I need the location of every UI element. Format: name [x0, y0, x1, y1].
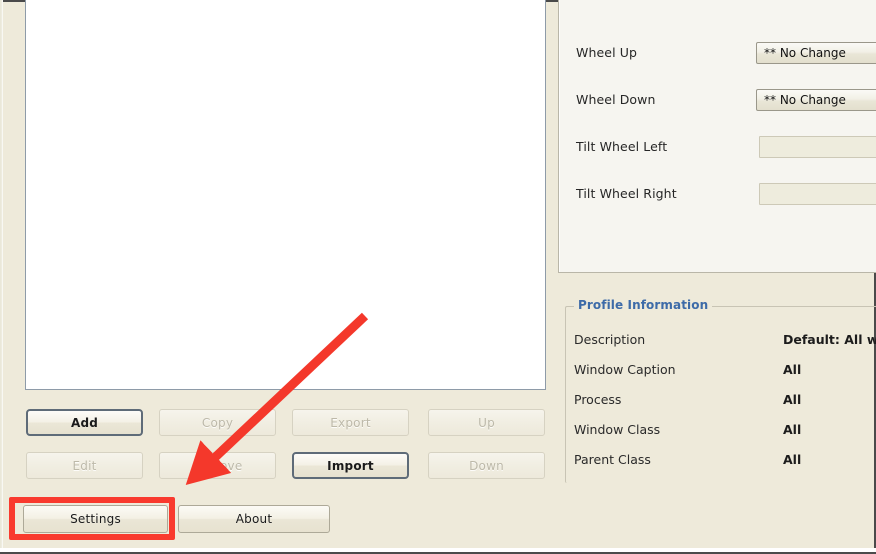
process-value: All — [783, 392, 802, 407]
profile-information-group: Profile Information Description Default:… — [565, 298, 876, 483]
wheel-up-label: Wheel Up — [576, 45, 637, 60]
mapping-fields-panel: Wheel Up ** No Change Wheel Down ** No C… — [558, 0, 876, 273]
profile-information-title: Profile Information — [574, 298, 713, 312]
about-button[interactable]: About — [178, 505, 330, 533]
profile-row-process: Process All — [565, 392, 876, 422]
add-button[interactable]: Add — [26, 409, 143, 436]
field-row-wheel-up: Wheel Up ** No Change — [559, 42, 876, 68]
process-label: Process — [574, 392, 622, 407]
settings-button[interactable]: Settings — [23, 505, 168, 533]
tilt-wheel-left-label: Tilt Wheel Left — [576, 139, 668, 154]
move-down-button[interactable]: Down — [428, 452, 545, 479]
window-left-edge — [0, 0, 3, 554]
field-row-tilt-wheel-left: Tilt Wheel Left — [559, 136, 876, 162]
window-class-label: Window Class — [574, 422, 661, 437]
parent-class-value: All — [783, 452, 802, 467]
field-row-wheel-down: Wheel Down ** No Change — [559, 89, 876, 115]
field-row-tilt-wheel-right: Tilt Wheel Right — [559, 183, 876, 209]
remove-button[interactable]: Remove — [159, 452, 276, 479]
profile-row-description: Description Default: All w — [565, 332, 876, 362]
description-value: Default: All w — [783, 332, 876, 347]
window-class-value: All — [783, 422, 802, 437]
edit-button[interactable]: Edit — [26, 452, 143, 479]
move-up-button[interactable]: Up — [428, 409, 545, 436]
profile-row-window-caption: Window Caption All — [565, 362, 876, 392]
export-button[interactable]: Export — [292, 409, 409, 436]
window-caption-value: All — [783, 362, 802, 377]
wheel-up-combo[interactable]: ** No Change — [756, 42, 876, 64]
profile-row-window-class: Window Class All — [565, 422, 876, 452]
tilt-wheel-right-input[interactable] — [759, 183, 876, 205]
wheel-down-combo[interactable]: ** No Change — [756, 89, 876, 111]
application-window: Add Copy Export Up Edit Remove Import Do… — [0, 0, 876, 554]
profiles-listbox[interactable] — [25, 0, 546, 390]
parent-class-label: Parent Class — [574, 452, 651, 467]
profiles-listbox-content[interactable] — [26, 0, 545, 389]
wheel-down-label: Wheel Down — [576, 92, 656, 107]
tilt-wheel-left-input[interactable] — [759, 136, 876, 158]
import-button[interactable]: Import — [292, 452, 409, 479]
window-caption-label: Window Caption — [574, 362, 676, 377]
profile-row-parent-class: Parent Class All — [565, 452, 876, 482]
copy-button[interactable]: Copy — [159, 409, 276, 436]
description-label: Description — [574, 332, 646, 347]
tilt-wheel-right-label: Tilt Wheel Right — [576, 186, 677, 201]
